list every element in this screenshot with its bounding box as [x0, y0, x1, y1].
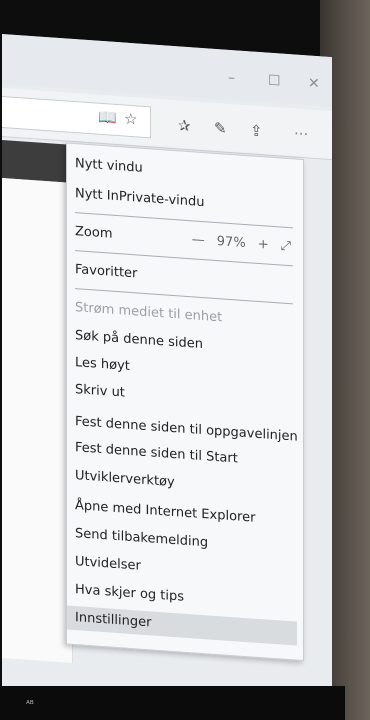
add-favorite-star-icon[interactable]: ☆ — [124, 110, 137, 129]
taskbar — [0, 686, 345, 720]
taskbar-label: ᴬᴮ — [26, 700, 34, 710]
address-input[interactable]: 📖 ☆ — [2, 96, 151, 139]
reading-view-icon[interactable]: 📖 — [98, 108, 117, 127]
page-header-strip — [2, 140, 72, 183]
zoom-controls: — 97% + ⤢ — [192, 228, 291, 259]
close-button[interactable]: ✕ — [308, 75, 320, 92]
notes-pen-icon[interactable]: ✎ — [214, 119, 227, 138]
favorites-hub-icon[interactable]: ✰ — [178, 116, 191, 135]
browser-screen: – ☐ ✕ 📖 ☆ ✰ ✎ ⇪ ··· Nytt vindu Nytt InPr… — [2, 34, 332, 718]
zoom-value: 97% — [216, 234, 246, 252]
maximize-button[interactable]: ☐ — [268, 73, 281, 90]
fullscreen-icon[interactable]: ⤢ — [281, 234, 291, 259]
minimize-button[interactable]: – — [228, 70, 235, 86]
zoom-label: Zoom — [75, 224, 113, 242]
zoom-out-button[interactable]: — — [192, 228, 205, 253]
share-icon[interactable]: ⇪ — [250, 121, 263, 140]
settings-menu: Nytt vindu Nytt InPrivate-vindu Zoom — 9… — [66, 142, 304, 662]
zoom-in-button[interactable]: + — [258, 233, 269, 258]
page-content — [2, 178, 73, 663]
more-icon[interactable]: ··· — [294, 124, 308, 143]
